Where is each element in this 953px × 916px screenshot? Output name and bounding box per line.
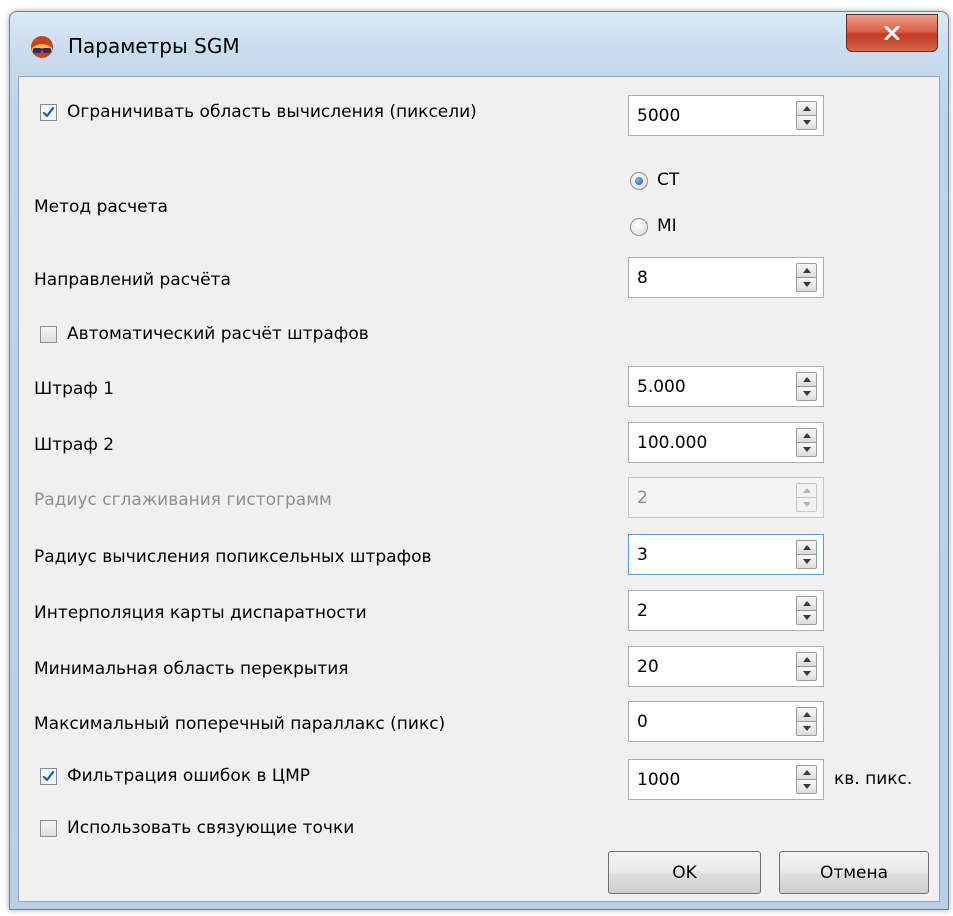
hist-radius-label: Радиус сглаживания гистограмм [34,490,332,510]
min-overlap-down-arrow-icon[interactable] [796,666,817,681]
max-parallax-label: Максимальный поперечный параллакс (пикс) [34,714,446,734]
penalty2-spinbox[interactable] [628,422,824,463]
penalty1-down-arrow-icon[interactable] [796,386,817,401]
dem-filter-input[interactable] [629,760,789,799]
dialog-content: Ограничивать область вычисления (пиксели… [18,76,940,902]
auto-penalty-checkbox[interactable] [40,326,57,343]
penalty1-label: Штраф 1 [34,379,115,399]
tie-points-checkbox[interactable] [40,820,57,837]
directions-label: Направлений расчёта [34,270,231,290]
dem-filter-down-arrow-icon[interactable] [796,779,817,794]
ok-button[interactable]: OK [608,851,761,894]
tie-points-label: Использовать связующие точки [67,818,355,838]
hist-radius-up-arrow-icon [796,483,817,497]
close-button[interactable] [846,14,938,52]
limit-area-input[interactable] [629,96,789,135]
dem-filter-unit-label: кв. пикс. [834,769,913,789]
cancel-button[interactable]: Отмена [779,851,929,894]
method-label: Метод расчета [34,197,168,217]
method-mi-label[interactable]: MI [657,216,677,236]
limit-area-checkbox[interactable] [40,104,57,121]
directions-spinbox[interactable] [628,257,824,298]
limit-area-spinbox[interactable] [628,95,824,136]
min-overlap-input[interactable] [629,647,789,686]
disparity-interp-up-arrow-icon[interactable] [796,596,817,610]
directions-up-arrow-icon[interactable] [796,263,817,277]
penalty2-down-arrow-icon[interactable] [796,442,817,457]
penalty2-input[interactable] [629,423,789,462]
method-ct-label[interactable]: CT [657,170,679,190]
disparity-interp-input[interactable] [629,591,789,630]
close-icon [884,26,900,40]
penalty2-label: Штраф 2 [34,435,115,455]
limit-area-up-arrow-icon[interactable] [796,101,817,115]
limit-area-down-arrow-icon[interactable] [796,115,817,130]
hist-radius-input [629,478,789,517]
method-ct-radio[interactable] [630,172,648,190]
penalty2-up-arrow-icon[interactable] [796,428,817,442]
disparity-interp-spinbox[interactable] [628,590,824,631]
disparity-interp-label: Интерполяция карты диспаратности [34,603,367,623]
app-icon [31,36,53,58]
dem-filter-up-arrow-icon[interactable] [796,765,817,779]
checkmark-icon [42,106,55,118]
dem-filter-spinbox[interactable] [628,759,824,800]
min-overlap-spinbox[interactable] [628,646,824,687]
max-parallax-input[interactable] [629,702,789,741]
penalty1-up-arrow-icon[interactable] [796,372,817,386]
disparity-interp-down-arrow-icon[interactable] [796,610,817,625]
pixel-penalty-radius-up-arrow-icon[interactable] [796,540,817,554]
checkmark-icon [42,770,55,782]
pixel-penalty-radius-input[interactable] [629,535,789,574]
auto-penalty-label: Автоматический расчёт штрафов [67,324,369,344]
title-bar[interactable]: Параметры SGM [10,12,948,74]
directions-down-arrow-icon[interactable] [796,277,817,292]
min-overlap-up-arrow-icon[interactable] [796,652,817,666]
pixel-penalty-radius-spinbox[interactable] [628,534,824,575]
min-overlap-label: Минимальная область перекрытия [34,659,349,679]
pixel-penalty-radius-label: Радиус вычисления попиксельных штрафов [34,547,432,567]
max-parallax-spinbox[interactable] [628,701,824,742]
penalty1-spinbox[interactable] [628,366,824,407]
pixel-penalty-radius-down-arrow-icon[interactable] [796,554,817,569]
hist-radius-down-arrow-icon [796,497,817,512]
penalty1-input[interactable] [629,367,789,406]
dem-filter-checkbox[interactable] [40,768,57,785]
directions-input[interactable] [629,258,789,297]
window-title: Параметры SGM [68,34,240,58]
sgm-dialog: Параметры SGM Ограничивать область вычис… [9,11,949,910]
dem-filter-label: Фильтрация ошибок в ЦМР [67,766,311,786]
max-parallax-down-arrow-icon[interactable] [796,721,817,736]
method-mi-radio[interactable] [630,218,648,236]
hist-radius-spinbox [628,477,824,518]
max-parallax-up-arrow-icon[interactable] [796,707,817,721]
limit-area-label: Ограничивать область вычисления (пиксели… [67,102,477,122]
